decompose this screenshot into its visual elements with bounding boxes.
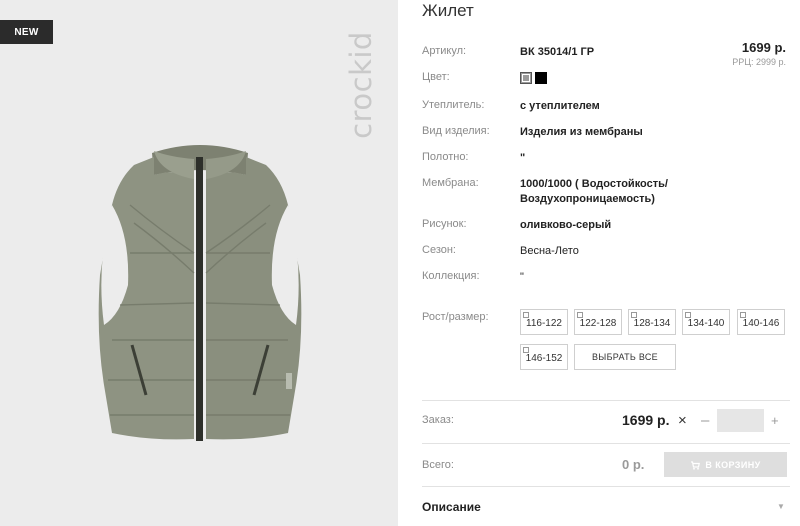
recommended-retail-price: РРЦ: 2999 р. bbox=[732, 57, 786, 67]
size-option[interactable]: 146-152 bbox=[520, 344, 568, 370]
attr-row-article: Артикул: ВК 35014/1 ГР bbox=[422, 45, 722, 60]
description-toggle[interactable]: Описание bbox=[422, 500, 481, 514]
select-all-sizes-button[interactable]: ВЫБРАТЬ ВСЕ bbox=[574, 344, 676, 370]
attr-label: Утеплитель: bbox=[422, 99, 485, 111]
order-price: 1699 р. bbox=[622, 412, 670, 428]
size-option[interactable]: 128-134 bbox=[628, 309, 676, 335]
size-checkbox[interactable] bbox=[740, 312, 746, 318]
attr-value: с утеплителем bbox=[520, 100, 600, 112]
attr-label: Сезон: bbox=[422, 244, 456, 256]
cart-icon bbox=[691, 460, 701, 470]
product-details: Жилет 1699 р. РРЦ: 2999 р. Артикул: ВК 3… bbox=[398, 0, 800, 526]
attr-row-season: Сезон: Весна-Лето bbox=[422, 244, 722, 259]
color-swatches bbox=[520, 71, 550, 86]
size-option-label: 128-134 bbox=[633, 318, 671, 329]
attr-value: оливково-серый bbox=[520, 219, 612, 231]
color-swatch-black[interactable] bbox=[535, 72, 547, 85]
size-checkbox[interactable] bbox=[523, 312, 529, 318]
size-option-label: 134-140 bbox=[687, 318, 725, 329]
divider bbox=[422, 486, 790, 487]
order-label: Заказ: bbox=[422, 414, 454, 426]
attr-value: 1000/1000 ( Водостойкость/ Воздухопрониц… bbox=[520, 178, 668, 205]
attr-label: Вид изделия: bbox=[422, 125, 490, 137]
attr-row-item-type: Вид изделия: Изделия из мембраны bbox=[422, 125, 722, 140]
attr-value: " bbox=[520, 152, 526, 164]
attr-row-sizes: Рост/размер: bbox=[422, 311, 722, 323]
product-photo[interactable] bbox=[90, 135, 310, 445]
attr-row-color: Цвет: bbox=[422, 71, 722, 86]
color-swatch-grey[interactable] bbox=[520, 72, 532, 85]
size-checkbox[interactable] bbox=[631, 312, 637, 318]
attr-value: Изделия из мембраны bbox=[520, 126, 643, 138]
attr-label: Цвет: bbox=[422, 71, 450, 83]
attr-label: Рисунок: bbox=[422, 218, 467, 230]
brand-logo: crockid bbox=[336, 10, 386, 160]
attr-row-membrane: Мембрана: 1000/1000 ( Водостойкость/ Воз… bbox=[422, 177, 722, 207]
new-badge: NEW bbox=[0, 20, 53, 44]
size-option-label: 140-146 bbox=[742, 318, 780, 329]
attr-row-fabric: Полотно: " bbox=[422, 151, 722, 166]
size-checkbox[interactable] bbox=[523, 347, 529, 353]
add-to-cart-label: В КОРЗИНУ bbox=[705, 459, 761, 470]
brand-logo-text: crockid bbox=[344, 31, 378, 139]
size-option[interactable]: 140-146 bbox=[737, 309, 785, 335]
attr-row-pattern: Рисунок: оливково-серый bbox=[422, 218, 722, 233]
size-option-label: 122-128 bbox=[579, 318, 617, 329]
size-option[interactable]: 134-140 bbox=[682, 309, 730, 335]
sizes-label: Рост/размер: bbox=[422, 311, 489, 323]
size-checkbox[interactable] bbox=[685, 312, 691, 318]
product-image-panel: NEW crockid bbox=[0, 0, 398, 526]
divider bbox=[422, 443, 790, 444]
attr-row-collection: Коллекция: " bbox=[422, 270, 722, 285]
total-price: 0 р. bbox=[622, 457, 645, 472]
increase-quantity-button[interactable]: + bbox=[771, 413, 779, 428]
size-option-label: 146-152 bbox=[525, 353, 563, 364]
total-label: Всего: bbox=[422, 459, 454, 471]
size-option[interactable]: 116-122 bbox=[520, 309, 568, 335]
product-title: Жилет bbox=[422, 1, 474, 20]
attr-label: Артикул: bbox=[422, 45, 467, 57]
attr-value: Весна-Лето bbox=[520, 245, 579, 257]
divider bbox=[422, 400, 790, 401]
attr-value: ВК 35014/1 ГР bbox=[520, 46, 595, 58]
size-checkbox[interactable] bbox=[577, 312, 583, 318]
add-to-cart-button[interactable]: В КОРЗИНУ bbox=[664, 452, 787, 477]
quantity-input[interactable] bbox=[717, 409, 764, 432]
attr-label: Коллекция: bbox=[422, 270, 480, 282]
size-option[interactable]: 122-128 bbox=[574, 309, 622, 335]
chevron-down-icon[interactable]: ▼ bbox=[777, 502, 785, 511]
remove-item-icon[interactable]: × bbox=[678, 412, 687, 429]
product-price: 1699 р. bbox=[741, 40, 786, 55]
attr-value: " bbox=[520, 271, 524, 283]
size-option-label: 116-122 bbox=[526, 318, 562, 329]
decrease-quantity-button[interactable]: – bbox=[701, 412, 709, 429]
attr-label: Мембрана: bbox=[422, 177, 479, 189]
attr-label: Полотно: bbox=[422, 151, 469, 163]
attr-row-insulation: Утеплитель: с утеплителем bbox=[422, 99, 722, 114]
